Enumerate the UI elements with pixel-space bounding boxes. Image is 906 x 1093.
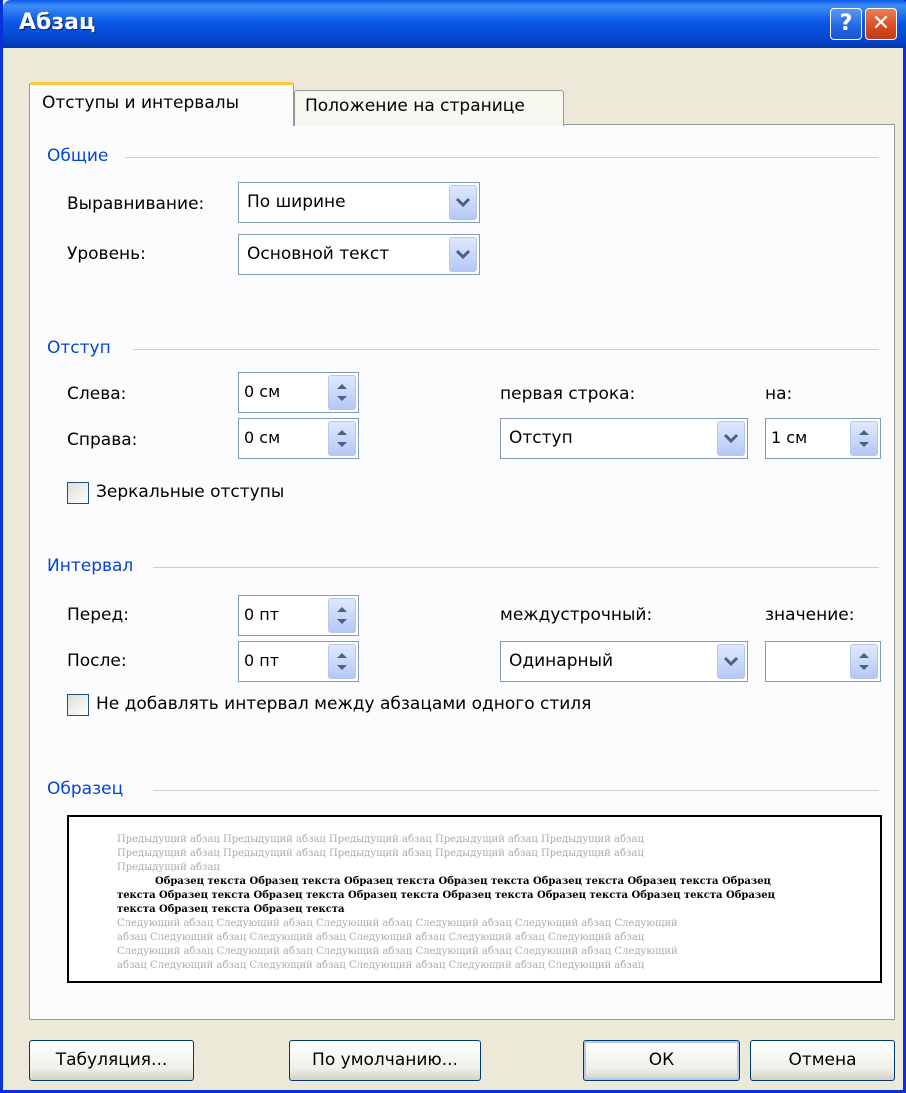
tab-label: Положение на странице — [305, 96, 525, 116]
preview-next-line: абзац Следующий абзац Следующий абзац Сл… — [117, 932, 645, 943]
tab-indents-and-spacing[interactable]: Отступы и интервалы — [29, 82, 294, 126]
alignment-dropdown-button[interactable] — [449, 185, 477, 220]
section-divider — [133, 349, 879, 350]
preview-next-line: Следующий абзац Следующий абзац Следующи… — [117, 946, 678, 957]
before-label: Перед: — [67, 605, 129, 625]
level-label: Уровень: — [67, 244, 146, 264]
preview-prev-line: Предыдущий абзац Предыдущий абзац Предыд… — [117, 848, 644, 859]
before-spinner[interactable]: 0 пт — [238, 595, 359, 636]
title-bar[interactable]: Абзац ? ✕ — [3, 0, 906, 48]
level-value: Основной текст — [247, 244, 390, 264]
preview-box: Предыдущий абзац Предыдущий абзац Предыд… — [67, 815, 882, 983]
chevron-down-icon — [455, 197, 471, 208]
close-icon: ✕ — [871, 11, 891, 36]
mirror-indents-checkbox[interactable] — [67, 482, 89, 504]
chevron-down-icon — [723, 433, 739, 444]
level-dropdown-button[interactable] — [449, 237, 477, 272]
by-value: 1 см — [771, 428, 808, 447]
section-indent-title: Отступ — [47, 338, 111, 358]
help-icon: ? — [839, 11, 853, 36]
chevron-down-icon — [455, 249, 471, 260]
preview-next-line: абзац Следующий абзац Следующий абзац Сл… — [117, 960, 645, 971]
first-line-label: первая строка: — [500, 384, 636, 404]
first-line-dropdown-button[interactable] — [717, 421, 745, 456]
right-indent-label: Справа: — [67, 430, 138, 450]
level-select[interactable]: Основной текст — [238, 234, 480, 275]
section-preview-title: Образец — [47, 779, 124, 799]
spin-arrows-icon — [859, 430, 869, 447]
spin-arrows-icon — [337, 653, 347, 670]
left-indent-spinner[interactable]: 0 см — [238, 372, 359, 413]
window-title: Абзац — [19, 10, 96, 35]
at-spinner[interactable] — [765, 641, 881, 682]
preview-sample-line: текста Образец текста Образец текста Обр… — [117, 890, 775, 901]
preview-next-line: Следующий абзац Следующий абзац Следующи… — [117, 918, 678, 929]
right-indent-value: 0 см — [244, 428, 281, 447]
line-spacing-select[interactable]: Одинарный — [500, 641, 748, 682]
before-value: 0 пт — [244, 605, 280, 624]
preview-prev-line: Предыдущий абзац Предыдущий абзац Предыд… — [117, 834, 644, 845]
alignment-value: По ширине — [247, 192, 346, 212]
after-spin-buttons[interactable] — [328, 644, 356, 679]
dont-add-space-label: Не добавлять интервал между абзацами одн… — [96, 694, 592, 714]
set-default-button[interactable]: По умолчанию... — [289, 1040, 481, 1081]
after-value: 0 пт — [244, 651, 280, 670]
cancel-button[interactable]: Отмена — [750, 1040, 895, 1081]
alignment-select[interactable]: По ширине — [238, 182, 480, 223]
preview-sample-line: текста Образец текста Образец текста — [117, 904, 345, 915]
preview-prev-line: Предыдущий абзац — [117, 862, 220, 873]
paragraph-dialog: Абзац ? ✕ Отступы и интервалы Положение … — [0, 0, 906, 1093]
at-label: значение: — [765, 605, 855, 625]
left-indent-label: Слева: — [67, 384, 127, 404]
spin-arrows-icon — [337, 384, 347, 401]
left-indent-value: 0 см — [244, 382, 281, 401]
ok-button[interactable]: ОК — [583, 1040, 740, 1081]
section-divider — [153, 567, 879, 568]
section-spacing-title: Интервал — [47, 556, 134, 576]
section-divider — [125, 157, 879, 158]
mirror-indents-label: Зеркальные отступы — [96, 482, 285, 502]
section-general-title: Общие — [47, 146, 109, 166]
at-spin-buttons[interactable] — [850, 644, 878, 679]
line-spacing-dropdown-button[interactable] — [717, 644, 745, 679]
tabs-button[interactable]: Табуляция... — [29, 1040, 194, 1081]
section-divider — [153, 790, 879, 791]
preview-text: Предыдущий абзац Предыдущий абзац Предыд… — [117, 833, 817, 973]
line-spacing-label: междустрочный: — [500, 605, 653, 625]
right-indent-spin-buttons[interactable] — [328, 421, 356, 456]
close-button[interactable]: ✕ — [865, 8, 897, 40]
alignment-label: Выравнивание: — [67, 194, 205, 214]
before-spin-buttons[interactable] — [328, 598, 356, 633]
tab-label: Отступы и интервалы — [42, 93, 240, 113]
first-line-value: Отступ — [509, 428, 573, 448]
after-label: После: — [67, 651, 127, 671]
preview-sample-line: Образец текста Образец текста Образец те… — [155, 876, 771, 887]
by-label: на: — [765, 384, 793, 404]
right-indent-spinner[interactable]: 0 см — [238, 418, 359, 459]
left-indent-spin-buttons[interactable] — [328, 375, 356, 410]
dont-add-space-checkbox[interactable] — [67, 694, 89, 716]
spin-arrows-icon — [337, 430, 347, 447]
first-line-select[interactable]: Отступ — [500, 418, 748, 459]
line-spacing-value: Одинарный — [509, 651, 614, 671]
help-button[interactable]: ? — [830, 8, 862, 40]
spin-arrows-icon — [337, 607, 347, 624]
by-spin-buttons[interactable] — [850, 421, 878, 456]
chevron-down-icon — [723, 656, 739, 667]
after-spinner[interactable]: 0 пт — [238, 641, 359, 682]
by-spinner[interactable]: 1 см — [765, 418, 881, 459]
spin-arrows-icon — [859, 653, 869, 670]
tab-line-and-page-breaks[interactable]: Положение на странице — [294, 90, 564, 126]
